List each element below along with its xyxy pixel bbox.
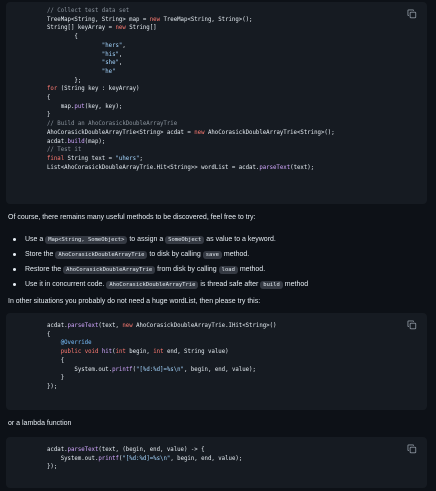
bullet-dot bbox=[13, 283, 16, 286]
code-block-2-text: acdat.parseText(text, new AhoCorasickDou… bbox=[47, 322, 276, 392]
code-line: "his", bbox=[101, 51, 123, 58]
bullet-dot bbox=[13, 268, 16, 271]
paragraph-other-situations: In other situations you probably do not … bbox=[8, 298, 261, 305]
copy-icon bbox=[407, 320, 417, 330]
inline-code: AhoCorasickDoubleArrayTrie bbox=[63, 266, 156, 274]
inline-code: SomeObject bbox=[165, 236, 205, 244]
bullet-text: Store the AhoCorasickDoubleArrayTrie to … bbox=[25, 251, 250, 259]
inline-code: AhoCorasickDoubleArrayTrie bbox=[55, 251, 148, 259]
bullet-dot bbox=[13, 253, 16, 256]
code-line: final String text = "uhers"; bbox=[47, 155, 143, 162]
code-block-lambda: acdat.parseText(text, (begin, end, value… bbox=[6, 437, 427, 488]
code-line: for (String key : keyArray) bbox=[47, 86, 140, 93]
code-block-1-text: // Collect test data set TreeMap<String,… bbox=[47, 7, 335, 172]
code-block-3-text: acdat.parseText(text, (begin, end, value… bbox=[47, 446, 242, 472]
code-line: { bbox=[47, 331, 51, 338]
code-line: { bbox=[47, 95, 51, 102]
paragraph-lambda: or a lambda function bbox=[8, 420, 72, 427]
code-line: // Collect test data set bbox=[47, 8, 130, 14]
copy-icon bbox=[407, 444, 417, 454]
copy-code-button[interactable] bbox=[407, 9, 417, 19]
code-line: }); bbox=[47, 383, 58, 390]
bullet-item-map: Use a Map<String, SomeObject> to assign … bbox=[8, 232, 308, 247]
code-line: TreeMap<String, String> map = new TreeMa… bbox=[47, 16, 253, 23]
bullet-item-load: Restore the AhoCorasickDoubleArrayTrie f… bbox=[8, 262, 308, 277]
code-line: acdat.build(map); bbox=[47, 138, 106, 145]
code-line: { bbox=[47, 34, 78, 41]
code-line: { bbox=[47, 357, 65, 364]
code-line: } bbox=[47, 112, 51, 119]
bullet-item-concurrent: Use it in concurrent code. AhoCorasickDo… bbox=[8, 277, 308, 292]
code-line: List<AhoCorasickDoubleArrayTrie.Hit<Stri… bbox=[47, 164, 315, 171]
inline-code: AhoCorasickDoubleArrayTrie bbox=[106, 281, 199, 289]
code-block-ihit-callback: acdat.parseText(text, new AhoCorasickDou… bbox=[6, 313, 427, 410]
code-line: public void hit(int begin, int end, Stri… bbox=[60, 349, 229, 356]
code-line: "she", bbox=[101, 60, 123, 67]
code-line: // Build an AhoCorasickDoubleArrayTrie bbox=[47, 121, 178, 128]
code-line: acdat.parseText(text, (begin, end, value… bbox=[47, 447, 205, 453]
copy-icon bbox=[407, 9, 417, 19]
code-line: "hers", bbox=[101, 42, 126, 49]
code-line: // Test it bbox=[47, 147, 82, 154]
code-line: acdat.parseText(text, new AhoCorasickDou… bbox=[47, 323, 277, 329]
code-line: } bbox=[47, 375, 65, 382]
inline-code: load bbox=[218, 266, 238, 274]
inline-code: build bbox=[260, 281, 283, 289]
copy-code-button[interactable] bbox=[407, 444, 417, 454]
code-line: map.put(key, key); bbox=[47, 103, 123, 110]
code-line: }); bbox=[47, 464, 58, 471]
code-line: AhoCorasickDoubleArrayTrie<String> acdat… bbox=[47, 129, 335, 136]
inline-code: save bbox=[202, 251, 222, 259]
code-line: System.out.printf("[%d:%d]=%s\n", begin,… bbox=[47, 455, 243, 462]
inline-code: Map<String, SomeObject> bbox=[45, 236, 128, 244]
code-line: @Override bbox=[60, 340, 92, 347]
code-line: }; bbox=[47, 77, 82, 84]
code-line: String[] keyArray = new String[] bbox=[47, 25, 157, 32]
code-line: System.out.printf("[%d:%d]=%s\n", begin,… bbox=[47, 366, 256, 373]
bullet-dot bbox=[13, 238, 16, 241]
paragraph-methods-intro: Of course, there remains many useful met… bbox=[8, 214, 256, 221]
code-line: "he" bbox=[101, 68, 116, 75]
bullet-text: Use it in concurrent code. AhoCorasickDo… bbox=[25, 281, 309, 289]
bullet-item-save: Store the AhoCorasickDoubleArrayTrie to … bbox=[8, 247, 308, 262]
copy-code-button[interactable] bbox=[407, 320, 417, 330]
bullet-text: Restore the AhoCorasickDoubleArrayTrie f… bbox=[25, 266, 266, 274]
methods-bullet-list: Use a Map<String, SomeObject> to assign … bbox=[8, 232, 308, 292]
bullet-text: Use a Map<String, SomeObject> to assign … bbox=[25, 236, 276, 244]
code-block-collect-test-data: // Collect test data set TreeMap<String,… bbox=[6, 2, 427, 204]
